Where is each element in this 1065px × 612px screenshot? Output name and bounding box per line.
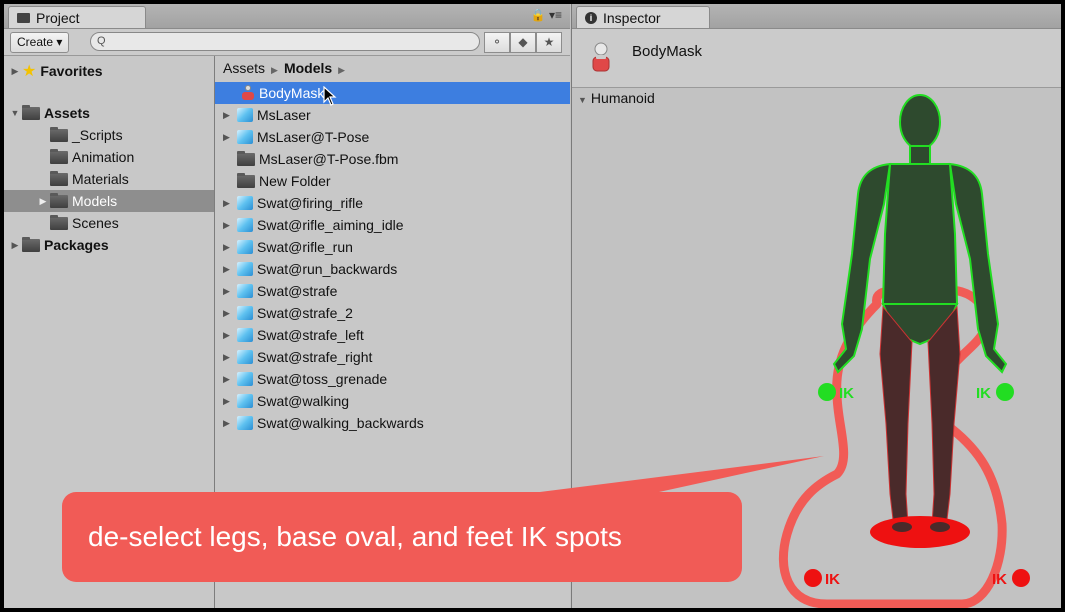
unity-editor: Project 🔒 ▾≡ Create ▾ Q ⚬ ◆ ★ ▶ ★ Favori… — [4, 4, 1061, 608]
callout-text: de-select legs, base oval, and feet IK s… — [88, 521, 622, 552]
annotation-callout: de-select legs, base oval, and feet IK s… — [62, 492, 742, 582]
